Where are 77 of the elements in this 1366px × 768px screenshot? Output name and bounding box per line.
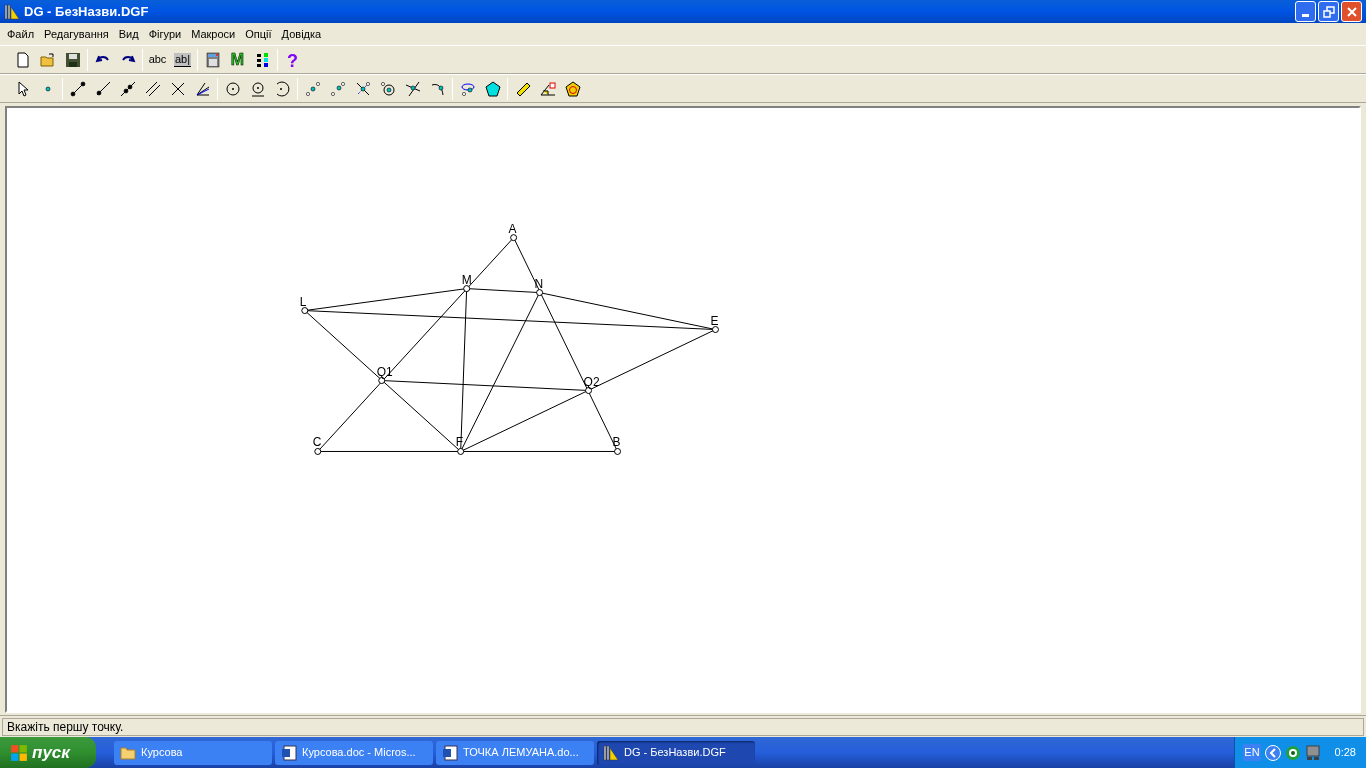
point-marker[interactable] bbox=[585, 387, 593, 394]
segment-icon bbox=[69, 80, 86, 97]
point-marker[interactable] bbox=[712, 326, 719, 334]
circle-icon bbox=[224, 80, 241, 97]
point-marker[interactable] bbox=[301, 307, 309, 315]
close-icon bbox=[1345, 5, 1358, 18]
angle-measure-icon bbox=[539, 80, 556, 97]
point-label: C bbox=[312, 435, 322, 450]
document-icon bbox=[281, 744, 297, 761]
close-button[interactable] bbox=[1341, 1, 1362, 22]
document-icon bbox=[442, 744, 458, 761]
language-indicator[interactable]: EN bbox=[1243, 744, 1261, 761]
perpendicular-icon bbox=[169, 80, 186, 97]
save-icon bbox=[64, 51, 81, 68]
arc-icon bbox=[274, 80, 291, 97]
point-marker[interactable] bbox=[457, 447, 465, 455]
calculator-icon bbox=[204, 51, 221, 68]
clock: 0:28 bbox=[1334, 745, 1356, 761]
point-marker[interactable] bbox=[314, 447, 322, 455]
restore-button[interactable] bbox=[1318, 1, 1339, 22]
menu-item[interactable]: Опції bbox=[240, 25, 277, 43]
taskbar-button[interactable]: ТОЧКА ЛЕМУАНА.do... bbox=[436, 740, 594, 765]
midpoint-icon bbox=[304, 80, 321, 97]
point-marker[interactable] bbox=[614, 447, 622, 455]
point-label: A bbox=[508, 221, 517, 236]
monitor-icon[interactable] bbox=[1304, 744, 1321, 761]
point-label: F bbox=[455, 435, 463, 450]
circle-radius-icon bbox=[249, 80, 266, 97]
window-title: DG - БезНазви.DGF bbox=[24, 2, 149, 21]
circle-center-icon bbox=[379, 80, 396, 97]
taskbar-button[interactable]: DG - БезНазви.DGF bbox=[597, 740, 755, 765]
ruler-icon bbox=[514, 80, 531, 97]
point-marker[interactable] bbox=[510, 234, 518, 242]
point-label: M bbox=[461, 272, 472, 287]
minimize-button[interactable] bbox=[1295, 1, 1316, 22]
ruler-triangle-icon bbox=[4, 3, 20, 20]
intersection-point-icon bbox=[354, 80, 371, 97]
point-marker[interactable] bbox=[536, 289, 544, 297]
restore-icon bbox=[1322, 5, 1335, 18]
status-text: Вкажіть першу точку. bbox=[2, 717, 1364, 736]
point-label: B bbox=[612, 435, 621, 450]
taskbar-button[interactable]: Курсова bbox=[114, 740, 272, 765]
text-tool[interactable]: abc bbox=[145, 48, 170, 71]
chevron-left-icon[interactable] bbox=[1264, 744, 1281, 761]
open-folder-icon bbox=[39, 51, 56, 68]
windows-logo-icon bbox=[10, 743, 28, 762]
numbered-list-icon bbox=[254, 51, 271, 68]
menu-item[interactable]: Макроси bbox=[186, 25, 241, 43]
angle-bisector-icon bbox=[194, 80, 211, 97]
new-file-icon bbox=[14, 51, 31, 68]
point-marker[interactable] bbox=[378, 377, 386, 384]
point-label: Q2 bbox=[583, 374, 600, 389]
polygon-icon bbox=[484, 80, 501, 97]
point-label: Q1 bbox=[376, 364, 393, 379]
ruler-triangle-icon bbox=[603, 744, 619, 761]
point-label: N bbox=[534, 276, 544, 291]
point-label: E bbox=[710, 313, 719, 328]
menu-item[interactable]: Файл bbox=[2, 25, 40, 43]
line-intersection-icon bbox=[404, 80, 421, 97]
folder-icon bbox=[120, 744, 136, 761]
taskbar-button[interactable]: Курсова.doc - Micros... bbox=[275, 740, 433, 765]
help-button[interactable]: ? bbox=[280, 48, 305, 71]
menu-item[interactable]: Вид bbox=[113, 25, 144, 43]
locus-icon bbox=[459, 80, 476, 97]
minimize-icon bbox=[1302, 14, 1309, 17]
area-icon bbox=[564, 80, 581, 97]
start-button[interactable]: пуск bbox=[0, 737, 96, 768]
parallel-lines-icon bbox=[144, 80, 161, 97]
menu-item[interactable]: Довідка bbox=[276, 25, 327, 43]
ray-icon bbox=[94, 80, 111, 97]
point-marker[interactable] bbox=[463, 285, 471, 293]
point-label: L bbox=[299, 294, 307, 309]
dividing-point-icon bbox=[329, 80, 346, 97]
menu-item[interactable]: Редагування bbox=[39, 25, 114, 43]
eye-icon[interactable] bbox=[1284, 744, 1301, 761]
menu-item[interactable]: Фігури bbox=[143, 25, 187, 43]
line-icon bbox=[119, 80, 136, 97]
